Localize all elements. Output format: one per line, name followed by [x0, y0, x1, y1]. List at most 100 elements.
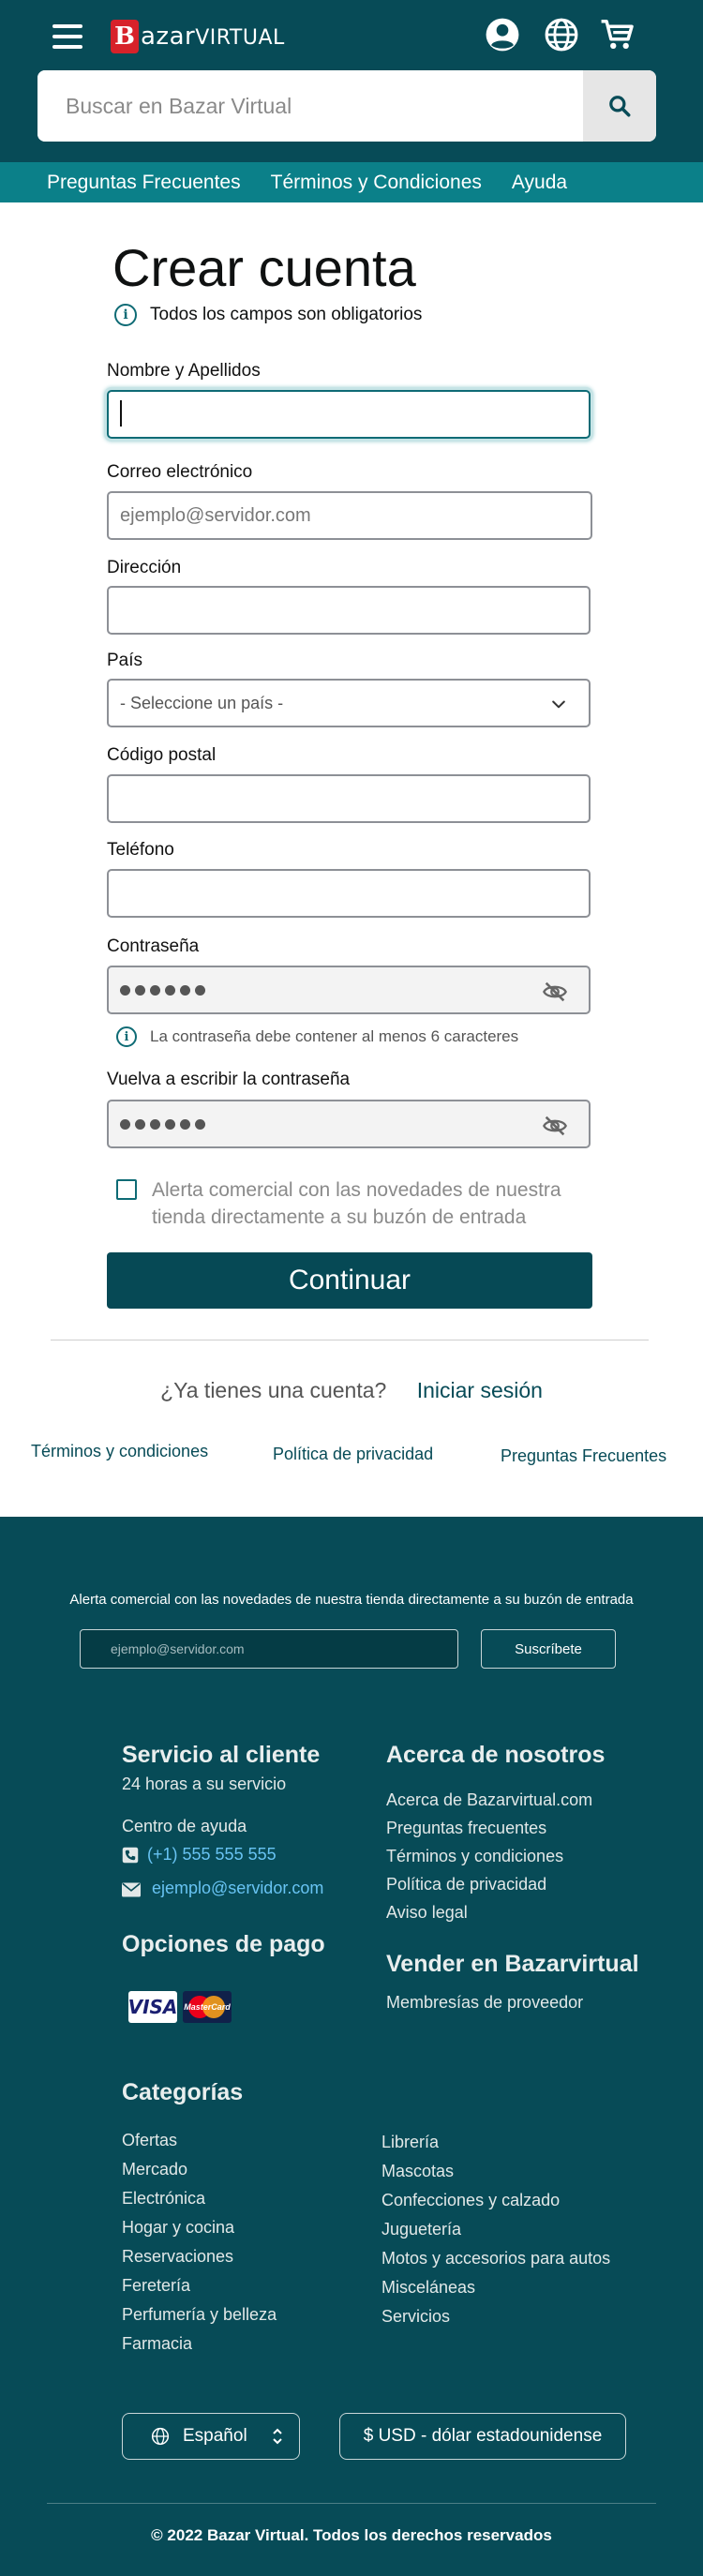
visa-icon: VISA — [128, 1991, 177, 2023]
required-note: i Todos los campos son obligatorios — [114, 304, 422, 326]
name-field[interactable] — [107, 390, 591, 439]
sign-in-link[interactable]: Iniciar sesión — [417, 1378, 543, 1402]
country-label: País — [107, 651, 143, 670]
categories-title: Categorías — [122, 2079, 244, 2105]
country-select[interactable]: - Seleccione un país - — [107, 679, 591, 727]
nav-help[interactable]: Ayuda — [512, 172, 567, 194]
privacy-link[interactable]: Política de privacidad — [273, 1445, 433, 1464]
currency-selector[interactable]: $ USD - dólar estadounidense — [339, 2413, 626, 2460]
currency-value: $ USD - dólar estadounidense — [363, 2426, 603, 2446]
cart-icon[interactable] — [600, 17, 636, 52]
phone-link[interactable]: (+1) 555 555 555 — [147, 1845, 277, 1865]
newsletter-text: Alerta comercial con las novedades de nu… — [69, 1592, 634, 1608]
category-link[interactable]: Ofertas — [122, 2131, 177, 2150]
info-icon: i — [116, 1026, 137, 1047]
category-link[interactable]: Misceláneas — [381, 2278, 475, 2298]
newsletter-checkbox[interactable] — [116, 1179, 137, 1200]
search-button[interactable] — [583, 70, 656, 142]
category-link[interactable]: Reservaciones — [122, 2247, 233, 2267]
newsletter-email-input[interactable] — [80, 1629, 458, 1669]
country-selected: - Seleccione un país - — [120, 693, 284, 712]
logo-name: azar — [141, 22, 196, 51]
required-note-text: Todos los campos son obligatorios — [150, 305, 423, 324]
password-confirm-field[interactable] — [107, 1100, 591, 1148]
site-logo[interactable]: B azarVIRTUAL — [111, 17, 285, 56]
sign-in-prompt: ¿Ya tienes una cuenta? Iniciar sesión — [0, 1378, 703, 1403]
chevron-down-icon — [552, 700, 565, 709]
about-link[interactable]: Preguntas frecuentes — [386, 1819, 546, 1838]
nav-faq[interactable]: Preguntas Frecuentes — [47, 172, 241, 194]
category-link[interactable]: Mercado — [122, 2160, 187, 2179]
help-center-link[interactable]: Centro de ayuda — [122, 1817, 247, 1836]
language-value: Español — [183, 2426, 247, 2446]
zip-label: Código postal — [107, 745, 217, 765]
menu-icon[interactable] — [52, 24, 82, 49]
about-link[interactable]: Términos y condiciones — [386, 1847, 563, 1866]
site-footer: Alerta comercial con las novedades de nu… — [0, 1517, 703, 2576]
mail-icon — [122, 1882, 141, 1897]
phone-field[interactable] — [107, 869, 591, 918]
newsletter-option: Alerta comercial con las novedades de nu… — [116, 1176, 604, 1231]
eye-off-icon[interactable] — [542, 1113, 568, 1139]
faq-link[interactable]: Preguntas Frecuentes — [501, 1446, 666, 1466]
category-link[interactable]: Confecciones y calzado — [381, 2191, 560, 2210]
about-title: Acerca de nosotros — [386, 1742, 606, 1768]
category-link[interactable]: Motos y accesorios para autos — [381, 2249, 610, 2269]
info-icon: i — [114, 304, 137, 326]
email-label: Correo electrónico — [107, 462, 253, 482]
category-link[interactable]: Servicios — [381, 2307, 450, 2327]
zip-field[interactable] — [107, 774, 591, 823]
category-link[interactable]: Feretería — [122, 2276, 190, 2296]
search-icon — [609, 96, 631, 117]
category-link[interactable]: Mascotas — [381, 2162, 454, 2181]
password-hint-text: La contraseña debe contener al menos 6 c… — [150, 1027, 519, 1045]
logo-suffix: VIRTUAL — [195, 26, 285, 50]
continue-button[interactable]: Continuar — [107, 1252, 592, 1309]
address-field[interactable] — [107, 586, 591, 635]
footer-divider — [47, 2503, 656, 2504]
password-confirm-mask — [120, 1118, 210, 1130]
phone-label: Teléfono — [107, 840, 174, 860]
copyright: © 2022 Bazar Virtual. Todos los derechos… — [151, 2526, 552, 2544]
phone-icon — [122, 1847, 139, 1864]
category-link[interactable]: Perfumería y belleza — [122, 2305, 277, 2325]
language-selector[interactable]: Español — [122, 2413, 300, 2460]
site-header: B azarVIRTUAL — [0, 0, 703, 162]
password-mask — [120, 984, 210, 996]
page-title: Crear cuenta — [112, 238, 416, 297]
newsletter-checkbox-label: Alerta comercial con las novedades de nu… — [152, 1179, 561, 1228]
password-confirm-label: Vuelva a escribir la contraseña — [107, 1070, 351, 1089]
logo-mark: B — [111, 20, 139, 53]
sort-arrows-icon — [273, 2428, 282, 2445]
search-input[interactable] — [37, 70, 583, 142]
category-link[interactable]: Hogar y cocina — [122, 2218, 234, 2238]
subscribe-button[interactable]: Suscríbete — [481, 1629, 616, 1669]
password-label: Contraseña — [107, 936, 200, 956]
about-link[interactable]: Aviso legal — [386, 1903, 468, 1923]
about-link[interactable]: Acerca de Bazarvirtual.com — [386, 1790, 592, 1810]
service-title: Servicio al cliente — [122, 1742, 321, 1768]
category-link[interactable]: Farmacia — [122, 2334, 192, 2354]
category-link[interactable]: Electrónica — [122, 2189, 205, 2209]
have-account-text: ¿Ya tienes una cuenta? — [160, 1378, 387, 1402]
search-bar — [37, 70, 656, 142]
email-link[interactable]: ejemplo@servidor.com — [152, 1879, 323, 1898]
service-hours: 24 horas a su servicio — [122, 1775, 287, 1793]
password-field[interactable] — [107, 966, 591, 1014]
category-link[interactable]: Librería — [381, 2133, 439, 2152]
address-label: Dirección — [107, 558, 182, 577]
email-field[interactable] — [107, 491, 592, 540]
password-hint: i La contraseña debe contener al menos 6… — [116, 1026, 518, 1047]
account-icon[interactable] — [485, 17, 520, 52]
about-link[interactable]: Política de privacidad — [386, 1875, 546, 1895]
eye-off-icon[interactable] — [542, 979, 568, 1005]
payment-title: Opciones de pago — [122, 1931, 325, 1957]
category-link[interactable]: Juguetería — [381, 2220, 461, 2239]
mastercard-text: MasterCard — [184, 2002, 231, 2012]
terms-link[interactable]: Términos y condiciones — [31, 1442, 208, 1461]
nav-terms[interactable]: Términos y Condiciones — [271, 172, 482, 194]
name-label: Nombre y Apellidos — [107, 361, 261, 381]
globe-icon[interactable] — [544, 17, 579, 52]
sell-link[interactable]: Membresías de proveedor — [386, 1993, 583, 2013]
globe-icon — [151, 2427, 170, 2446]
